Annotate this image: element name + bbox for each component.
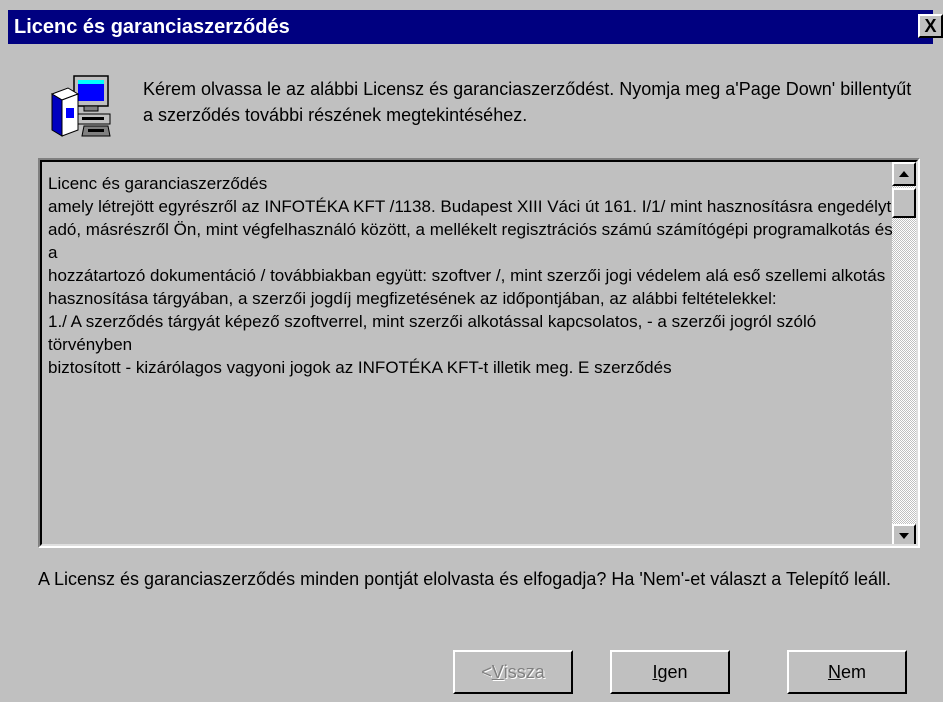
license-line: biztosított - kizárólagos vagyoni jogok … — [48, 358, 672, 377]
no-button-rest: em — [840, 661, 866, 682]
no-button-accel: N — [827, 661, 841, 682]
title-bar: Licenc és garanciaszerződés X — [0, 0, 943, 46]
setup-computer-icon — [48, 74, 114, 140]
back-button-accel: V — [491, 661, 504, 682]
arrow-up-icon — [899, 171, 909, 177]
scroll-up-button[interactable] — [892, 162, 916, 186]
license-line: 1./ A szerződés tárgyát képező szoftverr… — [48, 312, 821, 354]
arrow-down-icon — [899, 533, 909, 539]
no-button[interactable]: Nem — [787, 650, 907, 694]
yes-button-rest: gen — [657, 661, 688, 682]
license-text: Licenc és garanciaszerződés amely létrej… — [48, 172, 894, 379]
license-text-area[interactable]: Licenc és garanciaszerződés amely létrej… — [38, 158, 920, 548]
yes-button[interactable]: Igen — [610, 650, 730, 694]
close-button[interactable]: X — [918, 14, 943, 38]
license-line: hozzátartozó dokumentáció / továbbiakban… — [48, 266, 886, 285]
back-button[interactable]: < Vissza — [453, 650, 573, 694]
license-line: amely létrejött egyrészről az INFOTÉKA K… — [48, 197, 892, 216]
scroll-down-button[interactable] — [892, 524, 916, 544]
close-icon: X — [924, 15, 937, 36]
window-title: Licenc és garanciaszerződés — [14, 16, 290, 38]
vertical-scrollbar[interactable] — [892, 162, 916, 544]
scroll-thumb[interactable] — [892, 188, 916, 218]
license-line: adó, másrészről Ön, mint végfelhasználó … — [48, 220, 893, 262]
license-line: hasznosítása tárgyában, a szerzői jogdíj… — [48, 289, 777, 308]
back-button-rest: issza — [503, 661, 545, 682]
accept-question-text: A Licensz és garanciaszerződés minden po… — [38, 569, 892, 589]
back-button-prefix: < — [481, 661, 492, 682]
instruction-text: Kérem olvassa le az alábbi Licensz és ga… — [143, 79, 912, 125]
license-line: Licenc és garanciaszerződés — [48, 174, 268, 193]
